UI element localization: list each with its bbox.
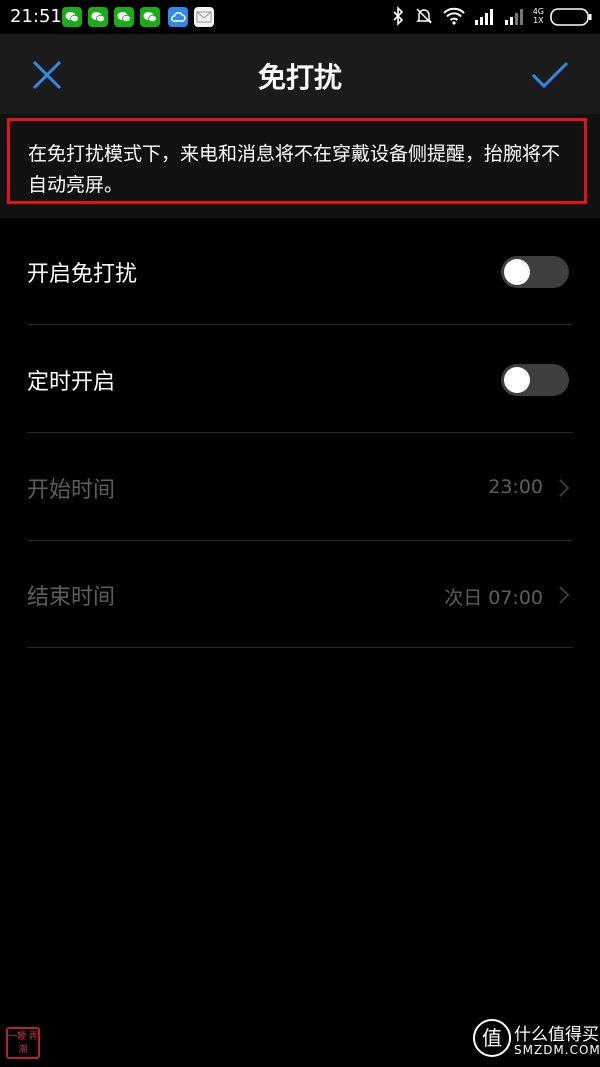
- brand-name-cn: 什么值得买: [514, 1025, 599, 1045]
- wechat-icon: [140, 7, 160, 27]
- smzdm-logo: 值: [473, 1019, 511, 1057]
- signal-icon: [475, 9, 493, 25]
- scheduled-toggle[interactable]: [501, 364, 569, 396]
- dnd-description: 在免打扰模式下，来电和消息将不在穿戴设备侧提醒，抬腕将不自动亮屏。: [7, 118, 587, 204]
- start-time-label: 开始时间: [27, 478, 116, 503]
- scheduled-row[interactable]: 定时开启: [27, 326, 573, 433]
- end-time-row[interactable]: 结束时间 次日 07:00: [27, 541, 573, 648]
- app-header: 免打扰: [0, 34, 600, 114]
- page-title: 免打扰: [257, 61, 342, 94]
- signal-icon: [505, 9, 523, 25]
- status-bar: 21:51 4G 1X: [0, 0, 600, 34]
- chevron-right-icon: [559, 586, 570, 604]
- battery-icon: [550, 8, 592, 26]
- toggle-knob: [504, 259, 530, 285]
- wifi-icon: [443, 7, 465, 25]
- brand-name-en: SMZDM.COM: [514, 1043, 600, 1057]
- enable-dnd-row[interactable]: 开启免打扰: [27, 218, 573, 325]
- end-time-value: 次日 07:00: [444, 587, 543, 609]
- network-label: 4G 1X: [532, 7, 544, 25]
- wechat-icon: [114, 7, 134, 27]
- status-time: 21:51: [10, 6, 62, 27]
- end-time-label: 结束时间: [27, 585, 116, 610]
- start-time-value: 23:00: [488, 476, 543, 498]
- wechat-icon: [88, 7, 108, 27]
- check-icon[interactable]: [530, 58, 570, 92]
- mute-bell-icon: [416, 8, 432, 24]
- toggle-knob: [504, 367, 530, 393]
- enable-dnd-toggle[interactable]: [501, 256, 569, 288]
- seal-watermark: 一鞭 弄潮: [6, 1027, 40, 1059]
- cloud-icon: [168, 7, 188, 27]
- wechat-icon: [62, 7, 82, 27]
- scheduled-label: 定时开启: [27, 370, 116, 395]
- notice-section: 在免打扰模式下，来电和消息将不在穿戴设备侧提醒，抬腕将不自动亮屏。: [0, 114, 600, 218]
- logo-char: 值: [482, 1026, 502, 1050]
- mail-icon: [194, 7, 214, 27]
- enable-dnd-label: 开启免打扰: [27, 262, 138, 287]
- bluetooth-icon: [393, 6, 404, 26]
- chevron-right-icon: [559, 479, 570, 497]
- start-time-row[interactable]: 开始时间 23:00: [27, 434, 573, 541]
